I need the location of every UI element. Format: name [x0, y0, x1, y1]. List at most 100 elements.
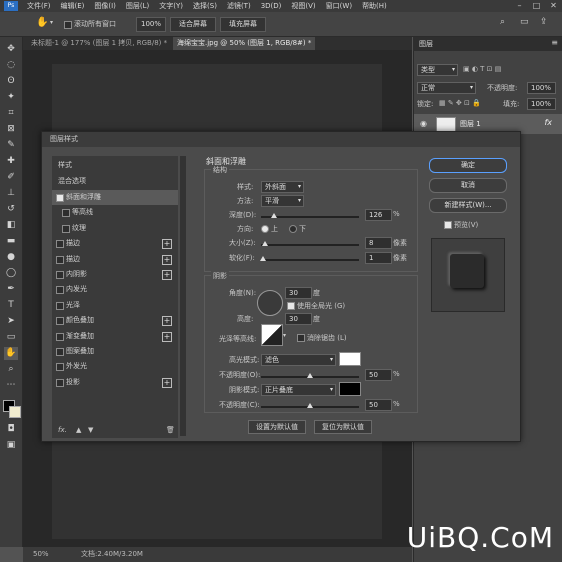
style-item-checkbox[interactable]: [56, 317, 64, 326]
delete-effect-icon[interactable]: 🗑: [166, 426, 175, 434]
style-item[interactable]: 描边 +: [52, 236, 178, 251]
soften-slider[interactable]: [259, 256, 359, 261]
size-slider[interactable]: [261, 241, 359, 246]
close-icon[interactable]: ✕: [545, 0, 562, 12]
depth-field[interactable]: 126: [365, 209, 392, 221]
style-item[interactable]: 内发光: [52, 282, 178, 297]
layers-tab[interactable]: 图层: [419, 39, 433, 49]
path-selection-tool-icon[interactable]: ➤: [4, 315, 18, 328]
search-icon[interactable]: ⌕: [500, 17, 505, 27]
size-field[interactable]: 8: [365, 237, 392, 249]
style-item-checkbox[interactable]: [56, 363, 64, 372]
direction-up-radio[interactable]: [261, 225, 269, 233]
style-item[interactable]: 颜色叠加 +: [52, 313, 178, 328]
style-item-checkbox[interactable]: [56, 332, 64, 341]
style-item[interactable]: 光泽: [52, 298, 178, 313]
style-item-checkbox[interactable]: [56, 301, 64, 310]
eyedropper-tool-icon[interactable]: ✎: [4, 139, 18, 152]
dodge-tool-icon[interactable]: ◯: [4, 267, 18, 280]
altitude-field[interactable]: 30: [285, 313, 312, 325]
lasso-tool-icon[interactable]: ʘ: [4, 75, 18, 88]
blur-tool-icon[interactable]: ●: [4, 251, 18, 264]
menu-item[interactable]: 图层(L): [121, 1, 154, 11]
angle-dial[interactable]: [257, 290, 283, 316]
reset-default-button[interactable]: 复位为默认值: [314, 420, 372, 434]
shadow-color-swatch[interactable]: [339, 382, 361, 396]
tab-untitled[interactable]: 未标题-1 @ 177% (图层 1 拷贝, RGB/8) *: [27, 37, 171, 50]
healing-brush-tool-icon[interactable]: ✚: [4, 155, 18, 168]
fill-field[interactable]: 100%: [527, 98, 556, 110]
set-default-button[interactable]: 设置为默认值: [248, 420, 306, 434]
marquee-tool-icon[interactable]: ◌: [4, 59, 18, 72]
cancel-button[interactable]: 取消: [429, 178, 507, 193]
type-tool-icon[interactable]: T: [4, 299, 18, 312]
hand-tool-icon[interactable]: ✋: [4, 347, 18, 360]
highlight-color-swatch[interactable]: [339, 352, 361, 366]
quick-mask-icon[interactable]: ◘: [4, 423, 18, 436]
zoom-tool-icon[interactable]: ⌕: [4, 363, 18, 376]
styles-header[interactable]: 样式: [52, 158, 178, 173]
style-item[interactable]: 外发光: [52, 359, 178, 374]
layer-name[interactable]: 图层 1: [460, 119, 481, 129]
shadow-opacity-field[interactable]: 50: [365, 399, 392, 411]
style-item[interactable]: 投影 +: [52, 375, 178, 390]
fx-menu-icon[interactable]: fx.: [58, 426, 67, 434]
minimize-icon[interactable]: –: [511, 0, 528, 12]
clone-stamp-tool-icon[interactable]: ⊥: [4, 187, 18, 200]
menu-item[interactable]: 窗口(W): [321, 1, 357, 11]
style-item[interactable]: 渐变叠加 +: [52, 329, 178, 344]
new-style-button[interactable]: 新建样式(W)...: [429, 198, 507, 213]
blend-mode-select[interactable]: 正常 ▾: [417, 82, 476, 94]
preview-checkbox[interactable]: [444, 221, 452, 229]
magic-wand-tool-icon[interactable]: ✦: [4, 91, 18, 104]
crop-tool-icon[interactable]: ⌗: [4, 107, 18, 120]
menu-item[interactable]: 文件(F): [22, 1, 56, 11]
style-item[interactable]: 内阴影 +: [52, 267, 178, 282]
highlight-opacity-knob[interactable]: [307, 373, 313, 378]
pen-tool-icon[interactable]: ✒: [4, 283, 18, 296]
style-item[interactable]: 纹理: [52, 221, 178, 236]
global-light-checkbox[interactable]: [287, 302, 295, 310]
style-item-checkbox[interactable]: [56, 255, 64, 264]
filter-icons[interactable]: ▣ ◐ T ⊡ ▤: [463, 65, 501, 73]
ps-logo-icon[interactable]: Ps: [4, 1, 18, 11]
style-item-checkbox[interactable]: [56, 194, 64, 202]
maximize-icon[interactable]: □: [528, 0, 545, 12]
scroll-all-checkbox[interactable]: [64, 21, 72, 29]
menu-item[interactable]: 视图(V): [286, 1, 320, 11]
fill-screen-button[interactable]: 填充屏幕: [220, 17, 266, 32]
depth-slider-knob[interactable]: [270, 213, 277, 218]
layer-kind-select[interactable]: 类型 ▾: [417, 64, 458, 76]
move-down-icon[interactable]: ▼: [88, 426, 93, 434]
move-tool-icon[interactable]: ✥: [4, 43, 18, 56]
layer-fx-icon[interactable]: fx: [544, 118, 552, 127]
style-item[interactable]: 描边 +: [52, 252, 178, 267]
style-item-checkbox[interactable]: [56, 348, 64, 356]
chevron-down-icon[interactable]: ▾: [283, 332, 286, 339]
add-effect-icon[interactable]: +: [162, 254, 172, 265]
depth-slider[interactable]: [261, 213, 359, 218]
style-item[interactable]: 等高线: [52, 205, 178, 220]
tab-spongebob[interactable]: 海绵宝宝.jpg @ 50% (图层 1, RGB/8#) *: [173, 37, 316, 50]
frame-tool-icon[interactable]: ⊠: [4, 123, 18, 136]
add-effect-icon[interactable]: +: [162, 239, 172, 250]
style-list-scrollbar[interactable]: [180, 156, 186, 436]
shadow-opacity-knob[interactable]: [307, 403, 313, 408]
gloss-contour-swatch[interactable]: [261, 324, 283, 346]
background-color-swatch[interactable]: [9, 406, 21, 418]
menu-item[interactable]: 帮助(H): [357, 1, 392, 11]
style-item-checkbox[interactable]: [62, 209, 70, 218]
blend-options-item[interactable]: 混合选项: [52, 174, 178, 189]
share-icon[interactable]: ⇪: [540, 17, 548, 27]
style-item[interactable]: 斜面和浮雕: [52, 190, 178, 205]
soften-field[interactable]: 1: [365, 252, 392, 264]
add-effect-icon[interactable]: +: [162, 377, 172, 388]
highlight-opacity-slider[interactable]: [261, 373, 359, 378]
technique-select[interactable]: 平滑 ▾: [261, 195, 304, 207]
soften-slider-knob[interactable]: [259, 256, 266, 261]
panel-menu-icon[interactable]: ≡: [551, 38, 558, 47]
highlight-opacity-field[interactable]: 50: [365, 369, 392, 381]
menu-item[interactable]: 3D(D): [256, 2, 287, 10]
workspace-icon[interactable]: ▭: [520, 17, 529, 27]
highlight-mode-select[interactable]: 滤色 ▾: [261, 354, 336, 366]
